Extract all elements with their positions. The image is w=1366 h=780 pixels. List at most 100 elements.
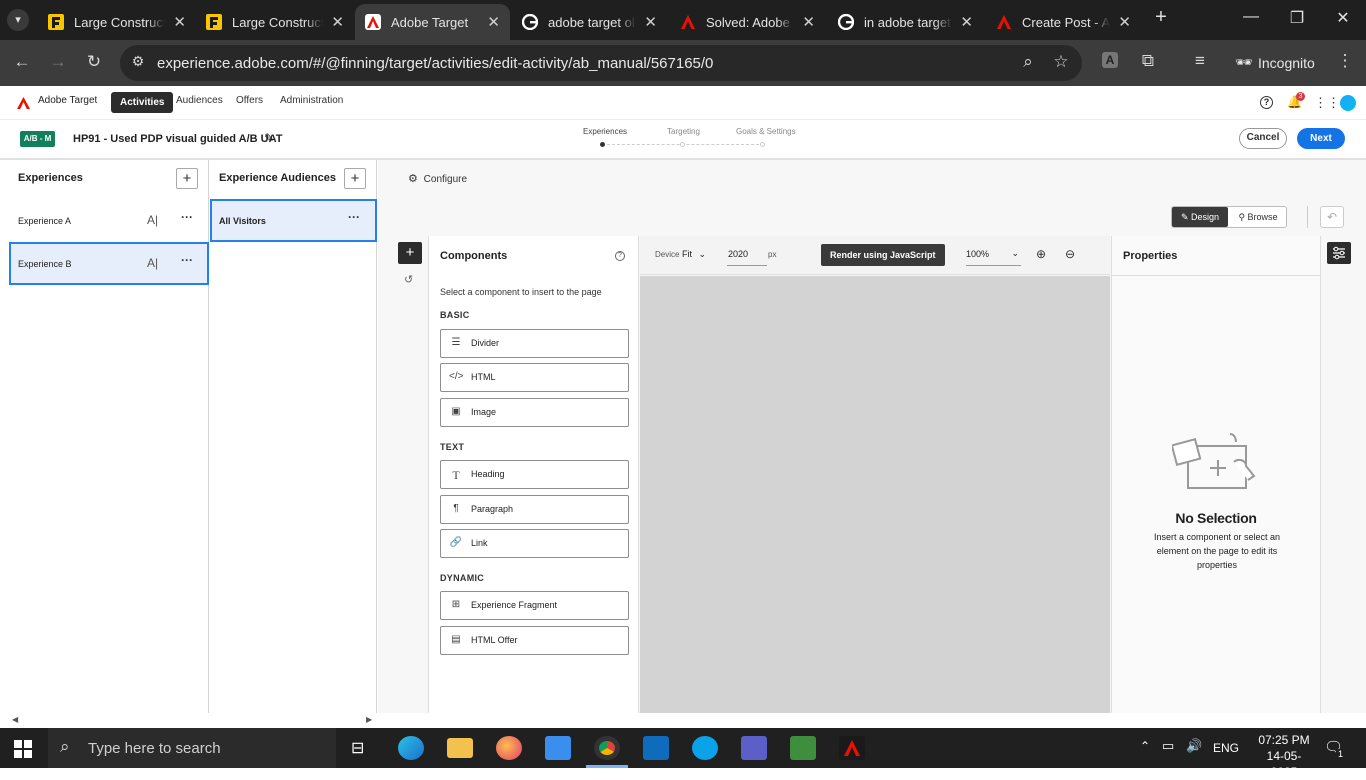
scroll-right-icon[interactable]: ▶ [366,715,372,724]
teams-icon[interactable] [741,736,767,760]
new-tab-icon[interactable]: + [1146,6,1176,29]
component-heading[interactable]: T Heading [440,460,629,489]
page-canvas[interactable] [640,276,1110,713]
site-info-icon[interactable]: ⚙ [126,53,150,70]
outlook-icon[interactable] [643,736,669,760]
help-icon[interactable]: ? [615,251,625,261]
nav-offers[interactable]: Offers [236,95,263,106]
cancel-button[interactable]: Cancel [1239,128,1287,149]
device-select[interactable]: Fit ⌄ [682,249,706,260]
browser-tab[interactable]: Solved: Adobe T ✕ [670,4,825,40]
language-indicator[interactable]: ENG [1213,741,1239,755]
component-link[interactable]: 🔗 Link [440,529,629,558]
zoom-out-icon[interactable]: ⊖ [1065,247,1075,261]
zoom-select[interactable]: 100% ⌄ [966,244,1021,266]
media-control-icon[interactable]: ≡ [1188,51,1212,71]
more-options-icon[interactable]: ··· [181,253,193,267]
browser-tab[interactable]: adobe target olc ✕ [512,4,667,40]
render-javascript-button[interactable]: Render using JavaScript [821,244,945,266]
component-image[interactable]: ▣ Image [440,398,629,427]
system-clock[interactable]: 07:25 PM 14-05-2025 [1254,732,1314,780]
search-icon[interactable]: ⌕ [1016,52,1040,72]
edge-icon[interactable] [398,736,424,760]
browser-tab[interactable]: Large Constructi ✕ [196,4,354,40]
adobe-app-icon[interactable] [839,736,865,760]
nav-administration[interactable]: Administration [280,95,343,106]
store-icon[interactable] [545,736,571,760]
browser-tab[interactable]: in adobe target ✕ [828,4,983,40]
component-experience-fragment[interactable]: ⊞ Experience Fragment [440,591,629,620]
nav-audiences[interactable]: Audiences [176,95,223,106]
adobe-extension-icon[interactable]: A [1102,52,1118,68]
windows-start-icon[interactable] [14,740,32,763]
show-hidden-icons[interactable]: ⌃ [1140,739,1150,753]
avatar[interactable] [1340,95,1356,111]
scroll-left-icon[interactable]: ◀ [12,715,18,724]
reload-icon[interactable]: ↻ [82,52,106,72]
design-mode-button[interactable]: ✎ Design [1172,207,1228,227]
add-experience-button[interactable]: + [176,168,198,189]
extensions-icon[interactable]: ⧉ [1136,51,1160,71]
edit-pencil-icon[interactable]: ✎ [264,131,274,145]
component-divider[interactable]: ☰ Divider [440,329,629,358]
zoom-in-icon[interactable]: ⊕ [1036,247,1046,261]
url-text[interactable]: experience.adobe.com/#/@finning/target/a… [157,55,713,72]
add-component-button[interactable]: + [398,242,422,264]
component-html[interactable]: </> HTML [440,363,629,392]
close-window-icon[interactable]: ✕ [1328,8,1358,28]
chrome-icon[interactable] [594,736,620,760]
skype-icon[interactable] [692,736,718,760]
ai-rename-icon[interactable]: A| [147,256,158,270]
finning-icon [48,14,64,30]
browser-tab[interactable]: Create Post - Ad ✕ [986,4,1141,40]
file-explorer-icon[interactable] [447,738,473,758]
experience-item[interactable]: Experience A A| ··· [9,199,209,242]
history-icon[interactable]: ↺ [404,273,413,286]
add-audience-button[interactable]: + [344,168,366,189]
chart-app-icon[interactable] [790,736,816,760]
minimize-icon[interactable]: — [1236,8,1266,26]
step-goals-settings[interactable]: Goals & Settings [736,127,796,136]
chrome-menu-icon[interactable]: ⋮ [1333,51,1357,71]
more-options-icon[interactable]: ··· [348,210,360,224]
forward-icon[interactable]: → [46,52,70,72]
more-options-icon[interactable]: ··· [181,210,193,224]
close-tab-icon[interactable]: ✕ [960,13,973,31]
step-targeting[interactable]: Targeting [667,127,700,136]
tab-search-icon[interactable]: ▾ [7,9,29,31]
close-tab-icon[interactable]: ✕ [644,13,657,31]
help-icon[interactable]: ? [1260,96,1273,109]
taskbar-search-box[interactable]: ⌕ Type here to search [48,728,336,768]
network-icon[interactable]: ▭ [1162,738,1174,754]
restore-icon[interactable]: ❐ [1282,8,1312,28]
app-name[interactable]: Adobe Target [38,95,97,106]
component-html-offer[interactable]: ▤ HTML Offer [440,626,629,655]
experience-item-selected[interactable]: Experience B A| ··· [9,242,209,285]
close-tab-icon[interactable]: ✕ [802,13,815,31]
next-button[interactable]: Next [1297,128,1345,149]
volume-icon[interactable]: 🔊 [1186,738,1202,754]
back-icon[interactable]: ← [10,52,34,72]
step-experiences[interactable]: Experiences [583,127,627,136]
address-bar[interactable]: ⚙ experience.adobe.com/#/@finning/target… [120,45,1082,81]
adobe-logo-icon[interactable] [17,96,30,114]
firefox-icon[interactable] [496,736,522,760]
close-tab-icon[interactable]: ✕ [1118,13,1131,31]
nav-activities[interactable]: Activities [111,92,174,113]
close-tab-icon[interactable]: ✕ [331,13,344,31]
close-tab-icon[interactable]: ✕ [173,13,186,31]
width-input[interactable]: 2020 [727,244,767,266]
undo-icon[interactable]: ↶ [1320,206,1344,228]
property-settings-icon[interactable] [1327,242,1351,264]
bookmark-star-icon[interactable]: ☆ [1049,52,1073,72]
task-view-icon[interactable]: ⊟ [351,738,364,758]
configure-button[interactable]: ⚙ Configure [408,172,467,185]
ai-rename-icon[interactable]: A| [147,213,158,227]
browser-tab[interactable]: Large Constructi ✕ [38,4,196,40]
browse-mode-button[interactable]: ⚲ Browse [1229,207,1287,227]
close-tab-icon[interactable]: ✕ [487,13,500,31]
component-paragraph[interactable]: ¶ Paragraph [440,495,629,524]
browser-tab-active[interactable]: Adobe Target ✕ [355,4,510,40]
incognito-indicator[interactable]: 🕶 Incognito [1227,46,1331,80]
audience-item-selected[interactable]: All Visitors ··· [210,199,377,242]
